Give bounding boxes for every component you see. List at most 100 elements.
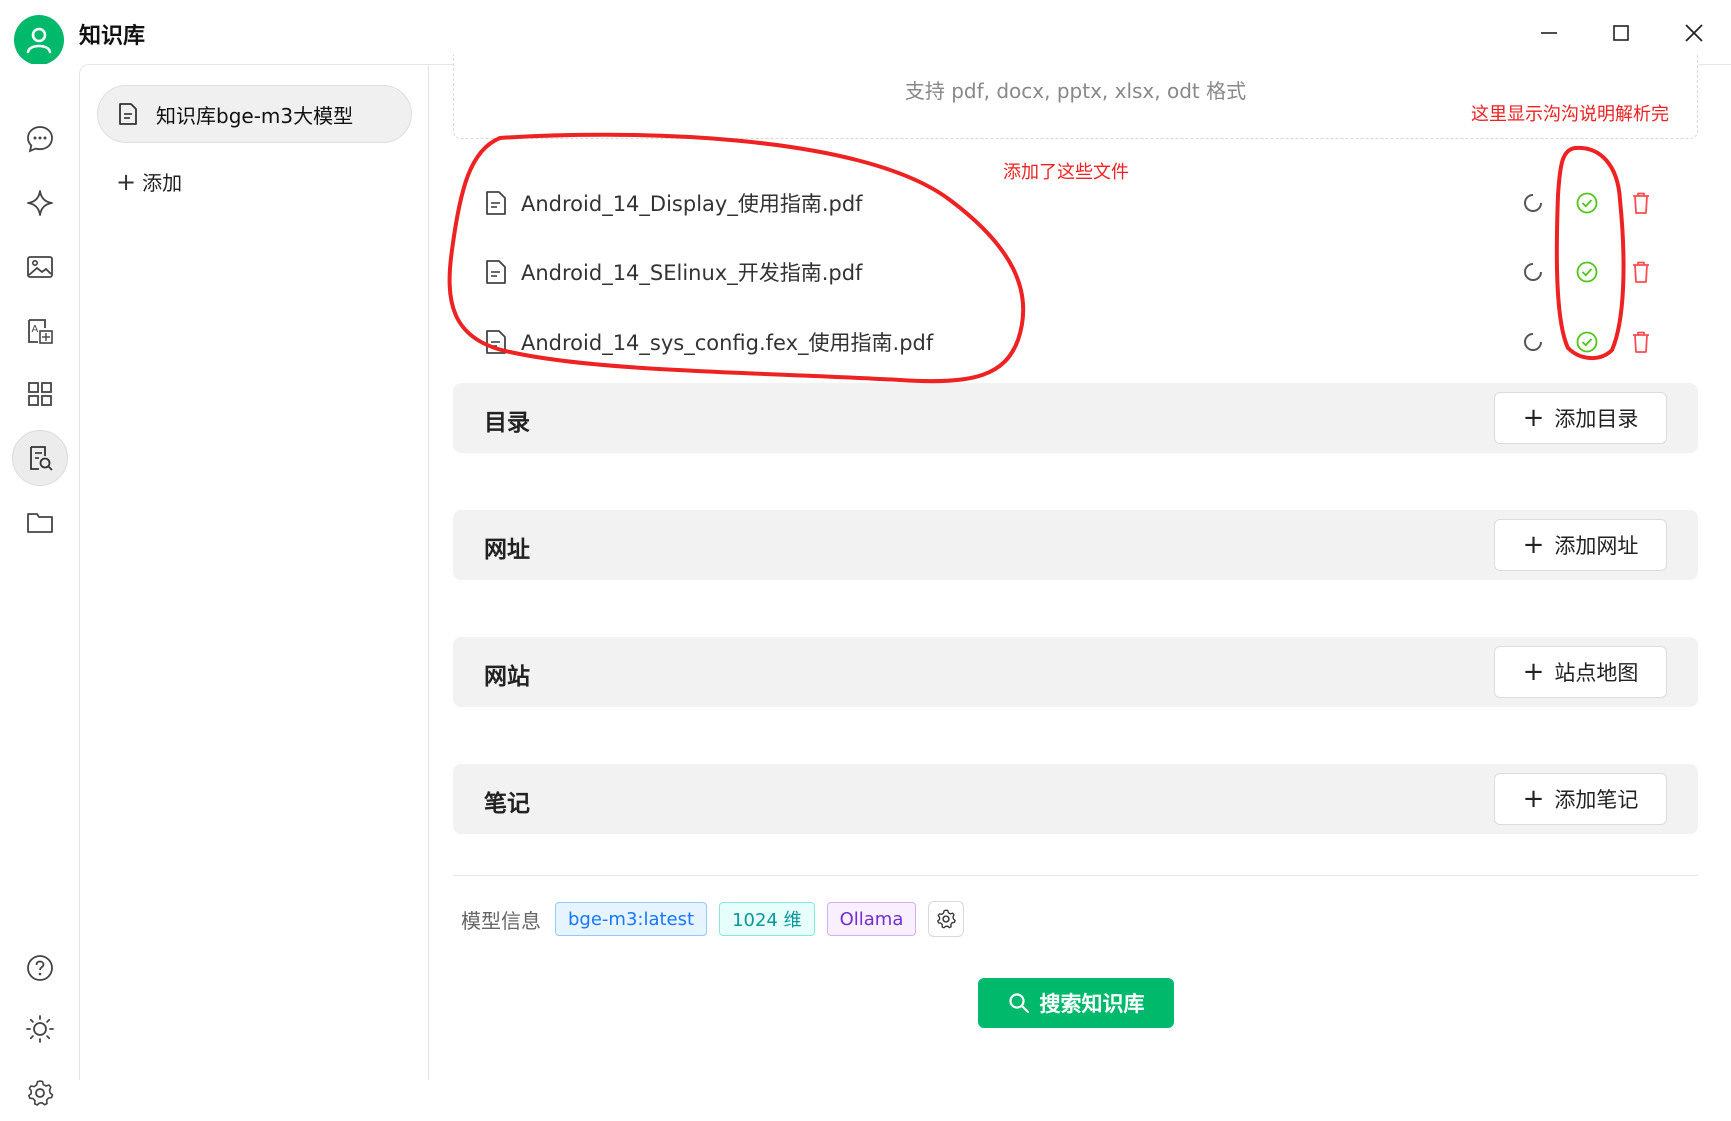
add-knowledge-base-button[interactable]: + 添加 [116, 167, 182, 196]
file-name: Android_14_sys_config.fex_使用指南.pdf [521, 331, 934, 355]
knowledge-search-icon [30, 446, 53, 471]
section-directory: 目录 + 添加目录 [453, 383, 1698, 453]
rail-apps[interactable] [12, 366, 68, 422]
rail-assistant[interactable] [12, 175, 68, 231]
plus-icon: + [1522, 657, 1545, 687]
file-icon [486, 330, 506, 354]
file-row: Android_14_Display_使用指南.pdf [485, 183, 1685, 223]
file-upload-dropzone[interactable]: 支持 pdf, docx, pptx, xlsx, odt 格式 [453, 55, 1698, 139]
search-button-label: 搜索知识库 [1039, 992, 1145, 1016]
knowledge-base-item[interactable]: 知识库bge-m3大模型 [97, 85, 412, 143]
section-url: 网址 + 添加网址 [453, 510, 1698, 580]
plus-icon: + [1522, 403, 1545, 433]
minimize-button[interactable] [1525, 12, 1573, 54]
main-content: 支持 pdf, docx, pptx, xlsx, odt 格式 Android… [429, 55, 1731, 1080]
check-circle-icon [1576, 192, 1598, 214]
file-name: Android_14_SElinux_开发指南.pdf [521, 261, 863, 285]
plus-icon: + [1522, 784, 1545, 814]
trash-icon [1633, 192, 1649, 214]
status-processed [1572, 327, 1602, 357]
minimize-icon [1541, 32, 1557, 34]
rail-image[interactable] [12, 239, 68, 295]
check-circle-icon [1576, 331, 1598, 353]
user-avatar[interactable] [14, 15, 64, 65]
plus-icon: + [1522, 530, 1545, 560]
user-icon [26, 27, 52, 54]
trash-icon [1633, 331, 1649, 353]
rail-knowledge[interactable] [12, 430, 68, 486]
section-notes: 笔记 + 添加笔记 [453, 764, 1698, 834]
file-row: Android_14_SElinux_开发指南.pdf [485, 252, 1685, 292]
delete-button[interactable] [1626, 188, 1656, 218]
rail-theme[interactable] [12, 1001, 68, 1057]
button-label: 添加目录 [1554, 407, 1639, 431]
rail-files[interactable] [12, 494, 68, 550]
file-icon [486, 260, 506, 284]
svg-text:A: A [32, 324, 39, 335]
check-circle-icon [1576, 261, 1598, 283]
divider [453, 875, 1698, 876]
refresh-icon [1524, 333, 1542, 351]
button-label: 站点地图 [1554, 661, 1639, 685]
delete-button[interactable] [1626, 257, 1656, 287]
refresh-icon [1524, 263, 1542, 281]
add-note-button[interactable]: + 添加笔记 [1494, 773, 1667, 825]
plus-icon: + [116, 167, 137, 196]
knowledge-base-label: 知识库bge-m3大模型 [156, 103, 354, 128]
section-title: 网址 [484, 537, 530, 563]
chat-icon [27, 126, 53, 153]
delete-button[interactable] [1626, 327, 1656, 357]
model-settings-button[interactable] [928, 901, 965, 937]
translate-icon: A [28, 319, 53, 344]
sidebar-rail: A [0, 64, 79, 1106]
file-name: Android_14_Display_使用指南.pdf [521, 192, 863, 216]
rail-help[interactable] [12, 940, 68, 996]
sparkle-icon [27, 190, 53, 216]
apps-grid-icon [28, 382, 52, 406]
add-label: 添加 [142, 171, 183, 195]
annotation-note: 这里显示沟沟说明解析完 [1471, 104, 1669, 125]
section-title: 笔记 [484, 791, 530, 817]
close-button[interactable] [1670, 12, 1718, 54]
annotation-note: 添加了这些文件 [1003, 162, 1129, 183]
dimension-tag: 1024 维 [719, 902, 815, 936]
button-label: 添加笔记 [1554, 788, 1639, 812]
sitemap-button[interactable]: + 站点地图 [1494, 646, 1667, 698]
refresh-button[interactable] [1518, 188, 1548, 218]
rail-translate[interactable]: A [12, 303, 68, 359]
sun-icon [26, 1015, 54, 1043]
knowledge-base-panel: 知识库bge-m3大模型 + 添加 [79, 64, 429, 1080]
model-tag: bge-m3:latest [555, 902, 708, 936]
folder-icon [27, 513, 53, 533]
rail-chat[interactable] [12, 111, 68, 167]
refresh-icon [1524, 194, 1542, 212]
settings-icon [937, 909, 957, 929]
status-processed [1572, 257, 1602, 287]
refresh-button[interactable] [1518, 257, 1548, 287]
model-info: 模型信息 bge-m3:latest 1024 维 Ollama [461, 901, 965, 937]
section-website: 网站 + 站点地图 [453, 637, 1698, 707]
status-processed [1572, 188, 1602, 218]
section-title: 网站 [484, 664, 530, 690]
add-url-button[interactable]: + 添加网址 [1494, 519, 1667, 571]
trash-icon [1633, 261, 1649, 283]
refresh-button[interactable] [1518, 327, 1548, 357]
section-title: 目录 [484, 410, 530, 436]
app-title: 知识库 [79, 24, 146, 49]
search-icon [1008, 993, 1029, 1014]
search-knowledge-base-button[interactable]: 搜索知识库 [978, 978, 1174, 1028]
document-icon [119, 103, 137, 125]
help-icon [27, 955, 53, 981]
maximize-icon [1613, 25, 1629, 41]
model-info-label: 模型信息 [461, 908, 541, 933]
file-row: Android_14_sys_config.fex_使用指南.pdf [485, 322, 1685, 362]
maximize-button[interactable] [1597, 12, 1645, 54]
file-icon [486, 191, 506, 215]
add-directory-button[interactable]: + 添加目录 [1494, 392, 1667, 444]
button-label: 添加网址 [1554, 534, 1639, 558]
close-icon [1685, 24, 1703, 42]
provider-tag: Ollama [826, 902, 917, 936]
rail-settings[interactable] [12, 1065, 68, 1121]
settings-icon [28, 1080, 54, 1106]
image-icon [27, 256, 53, 278]
